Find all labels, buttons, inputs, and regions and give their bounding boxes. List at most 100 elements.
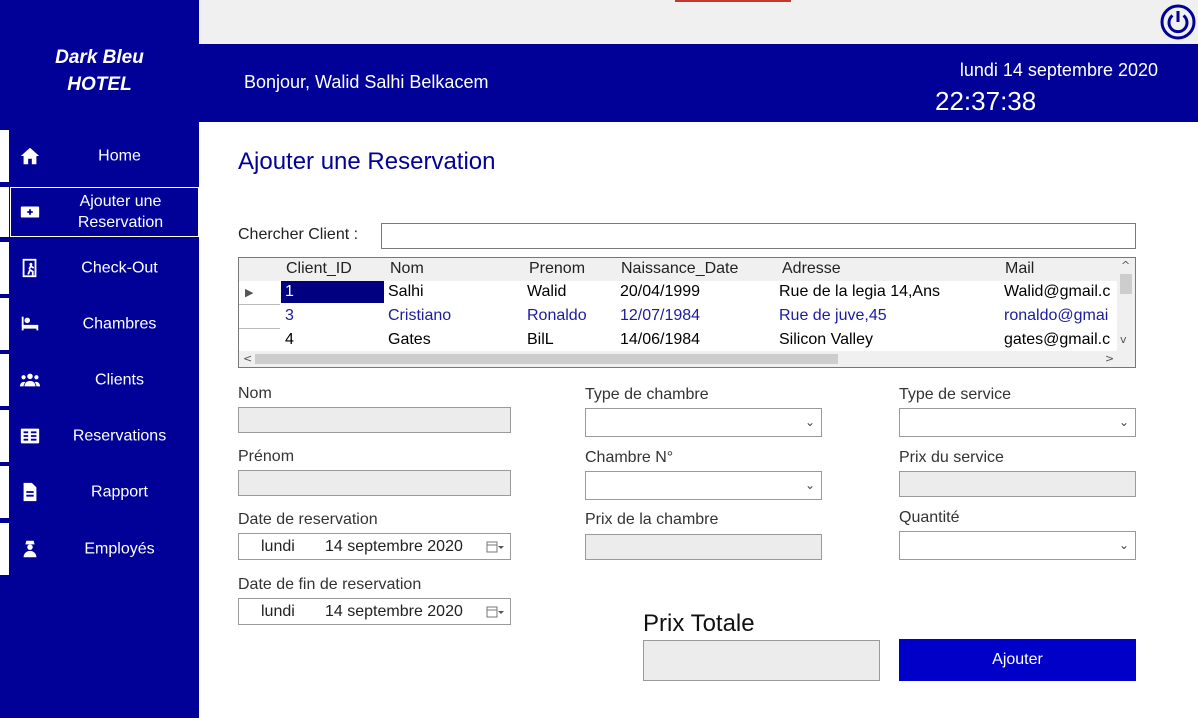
add-ticket-icon — [20, 206, 40, 218]
type-service-select[interactable]: ⌄ — [899, 408, 1136, 437]
table-cell[interactable]: 12/07/1984 — [620, 307, 700, 325]
brand-line1: Dark Bleu — [55, 47, 144, 68]
prix-service-label: Prix du service — [899, 449, 1004, 466]
date-reservation-picker[interactable]: lundi 14 septembre 2020 — [238, 533, 511, 560]
sidebar-item-label: Home — [98, 147, 141, 165]
horizontal-scrollbar[interactable]: < > — [239, 351, 1117, 367]
scrollbar-thumb[interactable] — [255, 354, 838, 364]
table-cell[interactable]: 4 — [285, 331, 294, 349]
table-cell[interactable]: BilL — [527, 331, 554, 349]
table-cell[interactable]: 1 — [285, 283, 294, 301]
current-row-icon: ▶ — [245, 286, 254, 299]
chevron-down-icon: ⌄ — [1118, 415, 1129, 429]
sidebar-item-label: Employés — [84, 540, 155, 558]
sidebar-item-label: Check-Out — [81, 259, 158, 277]
group-icon — [19, 373, 41, 387]
table-cell[interactable]: Cristiano — [388, 307, 451, 325]
scroll-up-icon[interactable]: ^ — [1121, 260, 1130, 272]
power-icon[interactable] — [1160, 4, 1196, 40]
calendar-dropdown-icon[interactable] — [486, 605, 504, 619]
type-chambre-label: Type de chambre — [585, 386, 709, 403]
table-cell[interactable]: 14/06/1984 — [620, 331, 700, 349]
sidebar-item-reservations[interactable]: Reservations — [0, 410, 199, 462]
column-header[interactable]: Naissance_Date — [621, 260, 738, 278]
table-row[interactable]: 4 Gates BilL 14/06/1984 Silicon Valley g… — [239, 329, 1117, 353]
sidebar-item-chambres[interactable]: Chambres — [0, 298, 199, 350]
date-fin-label: Date de fin de reservation — [238, 576, 422, 593]
table-cell[interactable]: gates@gmail.c — [1004, 331, 1117, 349]
table-cell[interactable]: Walid — [527, 283, 566, 301]
sidebar-item-clients[interactable]: Clients — [0, 354, 199, 406]
table-cell[interactable]: ronaldo@gmai — [1004, 307, 1117, 325]
date-value: 14 septembre 2020 — [325, 603, 463, 620]
scrollbar-thumb[interactable] — [1120, 274, 1132, 294]
column-header[interactable]: Mail — [1005, 260, 1034, 278]
prix-totale-field[interactable] — [643, 640, 880, 681]
scroll-left-icon[interactable]: < — [243, 353, 252, 365]
sidebar-item-label: Ajouter une Reservation — [77, 193, 164, 231]
document-icon — [23, 482, 37, 502]
search-label: Chercher Client : — [238, 226, 359, 243]
sidebar-item-label: Clients — [95, 371, 144, 389]
sidebar-item-home[interactable]: Home — [0, 130, 199, 182]
list-icon — [20, 428, 40, 444]
sidebar-item-label: Chambres — [82, 315, 157, 333]
table-cell[interactable]: Salhi — [388, 283, 424, 301]
calendar-dropdown-icon[interactable] — [486, 540, 504, 554]
ajouter-button[interactable]: Ajouter — [899, 639, 1136, 681]
table-cell[interactable]: Ronaldo — [527, 307, 587, 325]
column-header[interactable]: Prenom — [529, 260, 585, 278]
brand-line2: HOTEL — [67, 74, 132, 95]
table-cell[interactable]: Gates — [388, 331, 431, 349]
row-header[interactable] — [239, 305, 280, 329]
sidebar-item-checkout[interactable]: Check-Out — [0, 242, 199, 294]
prix-chambre-label: Prix de la chambre — [585, 511, 719, 528]
table-cell[interactable]: Rue de la legia 14,Ans — [779, 283, 940, 301]
table-cell[interactable]: 20/04/1999 — [620, 283, 700, 301]
prix-service-field[interactable] — [899, 471, 1136, 497]
column-header[interactable]: Adresse — [782, 260, 841, 278]
table-cell[interactable]: 3 — [285, 307, 294, 325]
selected-cell — [281, 281, 384, 303]
exit-icon — [22, 258, 37, 278]
prenom-field[interactable] — [238, 470, 511, 496]
date-reservation-label: Date de reservation — [238, 511, 378, 528]
date-day: lundi — [261, 603, 295, 620]
quantite-select[interactable]: ⌄ — [899, 531, 1136, 560]
type-chambre-select[interactable]: ⌄ — [585, 408, 822, 437]
sidebar-item-add-reservation[interactable]: Ajouter une Reservation — [0, 187, 199, 237]
sidebar-item-rapport[interactable]: Rapport — [0, 466, 199, 518]
table-row[interactable]: ▶ 1 Salhi Walid 20/04/1999 Rue de la leg… — [239, 281, 1117, 305]
nom-field[interactable] — [238, 407, 511, 433]
prix-chambre-field[interactable] — [585, 534, 822, 560]
table-cell[interactable]: Rue de juve,45 — [779, 307, 887, 325]
table-row[interactable]: 3 Cristiano Ronaldo 12/07/1984 Rue de ju… — [239, 305, 1117, 329]
brand-logo: Dark Bleu HOTEL — [0, 44, 199, 98]
table-cell[interactable]: Silicon Valley — [779, 331, 873, 349]
scroll-down-icon[interactable]: v — [1120, 334, 1127, 346]
current-date: lundi 14 septembre 2020 — [959, 60, 1158, 80]
vertical-scrollbar[interactable]: ^ v — [1117, 258, 1135, 367]
chevron-down-icon: ⌄ — [804, 478, 815, 492]
app-window: Dark Bleu HOTEL Home Ajouter une Reserva… — [0, 0, 1198, 718]
nom-label: Nom — [238, 385, 272, 402]
row-header[interactable] — [239, 329, 280, 353]
date-value: 14 septembre 2020 — [325, 538, 463, 555]
date-day: lundi — [261, 538, 295, 555]
row-header[interactable]: ▶ — [239, 281, 280, 305]
date-fin-picker[interactable]: lundi 14 septembre 2020 — [238, 598, 511, 625]
sidebar-item-label: Rapport — [91, 483, 148, 501]
search-input[interactable] — [381, 223, 1136, 249]
chevron-down-icon: ⌄ — [1118, 538, 1129, 552]
column-header[interactable]: Client_ID — [286, 260, 352, 278]
table-cell[interactable]: Walid@gmail.c — [1004, 283, 1117, 301]
sidebar-item-employes[interactable]: Employés — [0, 523, 199, 575]
sidebar-item-label: Reservations — [72, 427, 167, 445]
clients-grid[interactable]: Client_ID Nom Prenom Naissance_Date Adre… — [238, 257, 1136, 368]
page-title: Ajouter une Reservation — [238, 148, 496, 175]
prenom-label: Prénom — [238, 448, 295, 465]
chambre-no-select[interactable]: ⌄ — [585, 471, 822, 500]
column-header[interactable]: Nom — [390, 260, 424, 278]
chevron-down-icon: ⌄ — [804, 415, 815, 429]
scroll-right-icon[interactable]: > — [1105, 353, 1114, 365]
